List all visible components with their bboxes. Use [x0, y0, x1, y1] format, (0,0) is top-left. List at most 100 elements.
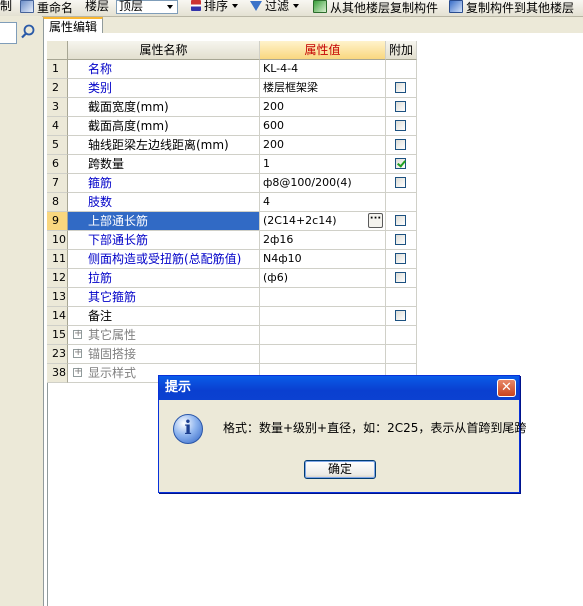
row-number: 8	[47, 193, 68, 212]
table-row[interactable]: 2 类别 楼层框架梁	[47, 79, 417, 98]
left-panel	[0, 16, 42, 606]
attach-checkbox[interactable]	[395, 310, 406, 321]
search-input[interactable]	[0, 22, 17, 44]
attach-checkbox[interactable]	[395, 177, 406, 188]
table-row[interactable]: 5 轴线距梁左边线距离(mm) 200	[47, 136, 417, 155]
property-value[interactable]: 600	[260, 117, 386, 136]
attach-cell	[386, 231, 417, 250]
filter-button[interactable]: 过滤	[250, 0, 300, 15]
filter-icon	[250, 1, 262, 11]
table-row[interactable]: 12 拉筋 (ф6)	[47, 269, 417, 288]
row-number: 9	[47, 212, 68, 231]
attach-checkbox[interactable]	[395, 139, 406, 150]
table-row[interactable]: 23 + 锚固搭接	[47, 345, 417, 364]
property-name: 肢数	[68, 193, 260, 212]
attach-cell	[386, 60, 417, 79]
sort-icon	[191, 0, 201, 11]
expand-icon[interactable]: +	[73, 329, 82, 339]
ellipsis-button[interactable]: ···	[368, 213, 383, 228]
copy-to-icon	[449, 0, 463, 13]
attach-checkbox[interactable]	[395, 120, 406, 131]
ok-button[interactable]: 确定	[304, 460, 376, 479]
attach-checkbox[interactable]	[395, 215, 406, 226]
row-number: 13	[47, 288, 68, 307]
table-row[interactable]: 14 备注	[47, 307, 417, 326]
property-value[interactable]	[260, 326, 386, 345]
property-name: 侧面构造或受扭筋(总配筋值)	[68, 250, 260, 269]
property-value[interactable]: 200	[260, 136, 386, 155]
property-value[interactable]: 1	[260, 155, 386, 174]
cut-button[interactable]: 制	[0, 0, 12, 15]
property-value[interactable]: 楼层框架梁	[260, 79, 386, 98]
row-number: 10	[47, 231, 68, 250]
table-row[interactable]: 10 下部通长筋 2ф16	[47, 231, 417, 250]
attach-checkbox[interactable]	[395, 101, 406, 112]
table-row[interactable]: 13 其它箍筋	[47, 288, 417, 307]
attach-checkbox[interactable]	[395, 234, 406, 245]
property-value[interactable]	[260, 345, 386, 364]
filter-label: 过滤	[265, 0, 290, 13]
row-number: 15	[47, 326, 68, 345]
table-row[interactable]: 3 截面宽度(mm) 200	[47, 98, 417, 117]
attach-checkbox[interactable]	[395, 272, 406, 283]
search-icon[interactable]	[18, 22, 38, 42]
attach-checkbox[interactable]	[395, 158, 406, 169]
attach-cell	[386, 117, 417, 136]
property-name: 上部通长筋	[68, 212, 260, 231]
attach-cell	[386, 155, 417, 174]
expand-icon[interactable]: +	[73, 367, 82, 377]
property-value-text: 200	[263, 138, 284, 151]
property-value-text: 楼层框架梁	[263, 81, 318, 94]
close-icon[interactable]: ✕	[497, 379, 516, 397]
property-value[interactable]	[260, 288, 386, 307]
property-value[interactable]: ф8@100/200(4)	[260, 174, 386, 193]
property-name: 名称	[68, 60, 260, 79]
rename-button[interactable]: 重命名	[20, 0, 73, 15]
sort-button[interactable]: 排序	[191, 0, 239, 15]
property-name-label: 拉筋	[88, 271, 113, 285]
table-row[interactable]: 8 肢数 4	[47, 193, 417, 212]
table-row[interactable]: 7 箍筋 ф8@100/200(4)	[47, 174, 417, 193]
chevron-down-icon	[167, 5, 173, 9]
attach-cell	[386, 212, 417, 231]
attach-cell	[386, 174, 417, 193]
property-name-label: 其它箍筋	[88, 290, 137, 304]
property-value[interactable]: (2C14+2c14) ···	[260, 212, 386, 231]
sort-label: 排序	[204, 0, 229, 13]
attach-cell	[386, 307, 417, 326]
property-value[interactable]: 200	[260, 98, 386, 117]
attach-checkbox[interactable]	[395, 253, 406, 264]
copy-from-floor-button[interactable]: 从其他楼层复制构件	[313, 0, 438, 15]
copy-to-floor-button[interactable]: 复制构件到其他楼层	[449, 0, 574, 15]
property-name-label: 侧面构造或受扭筋(总配筋值)	[88, 252, 242, 266]
header-num	[47, 41, 68, 60]
property-value[interactable]: KL-4-4	[260, 60, 386, 79]
row-number: 11	[47, 250, 68, 269]
table-row[interactable]: 15 + 其它属性	[47, 326, 417, 345]
table-row[interactable]: 9 上部通长筋 (2C14+2c14) ···	[47, 212, 417, 231]
header-name: 属性名称	[68, 41, 260, 60]
property-name-label: 备注	[88, 309, 113, 323]
table-row[interactable]: 6 跨数量 1	[47, 155, 417, 174]
property-name-label: 上部通长筋	[88, 214, 149, 228]
property-value[interactable]: N4ф10	[260, 250, 386, 269]
property-value[interactable]: 2ф16	[260, 231, 386, 250]
table-row[interactable]: 1 名称 KL-4-4	[47, 60, 417, 79]
attach-cell	[386, 136, 417, 155]
property-name-label: 截面高度(mm)	[88, 119, 169, 133]
table-row[interactable]: 11 侧面构造或受扭筋(总配筋值) N4ф10	[47, 250, 417, 269]
property-name-label: 锚固搭接	[88, 347, 137, 361]
property-value[interactable]	[260, 307, 386, 326]
floor-select[interactable]: 顶层	[116, 0, 178, 15]
property-name: 截面宽度(mm)	[68, 98, 260, 117]
property-value[interactable]: 4	[260, 193, 386, 212]
property-name: 截面高度(mm)	[68, 117, 260, 136]
rename-icon	[20, 0, 34, 13]
table-row[interactable]: 4 截面高度(mm) 600	[47, 117, 417, 136]
attach-cell	[386, 288, 417, 307]
property-value[interactable]: (ф6)	[260, 269, 386, 288]
tab-property-edit[interactable]: 属性编辑	[43, 17, 103, 34]
expand-icon[interactable]: +	[73, 348, 82, 358]
attach-checkbox[interactable]	[395, 82, 406, 93]
row-number: 6	[47, 155, 68, 174]
